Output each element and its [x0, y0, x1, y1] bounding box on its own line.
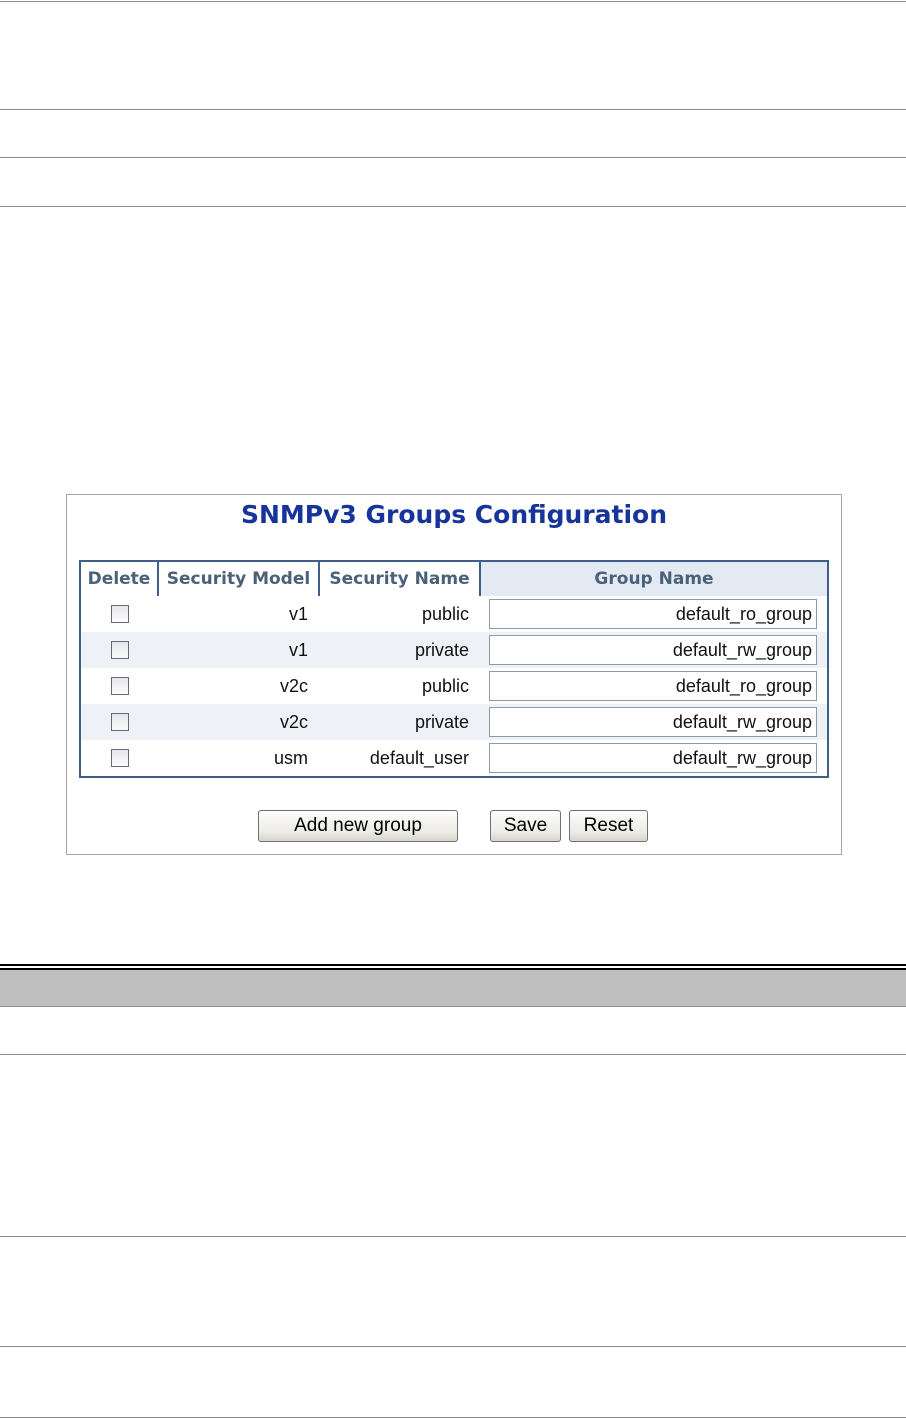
reset-button[interactable]: Reset	[569, 810, 648, 842]
divider-line	[0, 1236, 906, 1237]
security-name-cell: public	[421, 675, 469, 696]
security-model-cell: v1	[288, 603, 308, 624]
delete-checkbox[interactable]	[111, 713, 129, 731]
security-model-cell: v2c	[279, 675, 308, 696]
group-name-input[interactable]: default_rw_group	[489, 743, 817, 773]
security-model-cell: v2c	[279, 711, 308, 732]
divider-line	[0, 109, 906, 110]
delete-checkbox[interactable]	[111, 749, 129, 767]
security-name-cell: private	[414, 639, 469, 660]
table-row: v2c private default_rw_group	[81, 704, 827, 740]
table-header-row: Delete Security Model Security Name Grou…	[81, 562, 827, 596]
security-name-cell: public	[421, 603, 469, 624]
group-name-input[interactable]: default_ro_group	[489, 671, 817, 701]
table-row: v1 private default_rw_group	[81, 632, 827, 668]
divider-line	[0, 157, 906, 158]
panel-title: SNMPv3 Groups Configuration	[240, 500, 668, 529]
security-model-cell: usm	[273, 747, 308, 768]
delete-checkbox[interactable]	[111, 641, 129, 659]
snmpv3-groups-panel: SNMPv3 Groups Configuration Delete Secur…	[66, 494, 842, 855]
security-name-cell: private	[414, 711, 469, 732]
divider-line	[0, 1417, 906, 1418]
divider-line	[0, 1346, 906, 1347]
security-name-cell: default_user	[369, 747, 469, 768]
security-model-cell: v1	[288, 639, 308, 660]
header-delete: Delete	[81, 562, 159, 596]
header-security-name: Security Name	[320, 562, 481, 596]
add-new-group-button[interactable]: Add new group	[258, 810, 458, 842]
group-name-input[interactable]: default_ro_group	[489, 599, 817, 629]
header-group-name: Group Name	[481, 562, 827, 596]
table-row: v1 public default_ro_group	[81, 596, 827, 632]
save-button[interactable]: Save	[490, 810, 561, 842]
delete-checkbox[interactable]	[111, 677, 129, 695]
delete-checkbox[interactable]	[111, 605, 129, 623]
divider-line	[0, 206, 906, 207]
divider-line	[0, 1, 906, 2]
table-row: usm default_user default_rw_group	[81, 740, 827, 776]
table-header-band	[0, 970, 906, 1007]
header-security-model: Security Model	[159, 562, 320, 596]
groups-table: Delete Security Model Security Name Grou…	[79, 560, 829, 778]
table-row: v2c public default_ro_group	[81, 668, 827, 704]
group-name-input[interactable]: default_rw_group	[489, 707, 817, 737]
divider-line	[0, 1054, 906, 1055]
divider-line	[0, 964, 906, 966]
group-name-input[interactable]: default_rw_group	[489, 635, 817, 665]
